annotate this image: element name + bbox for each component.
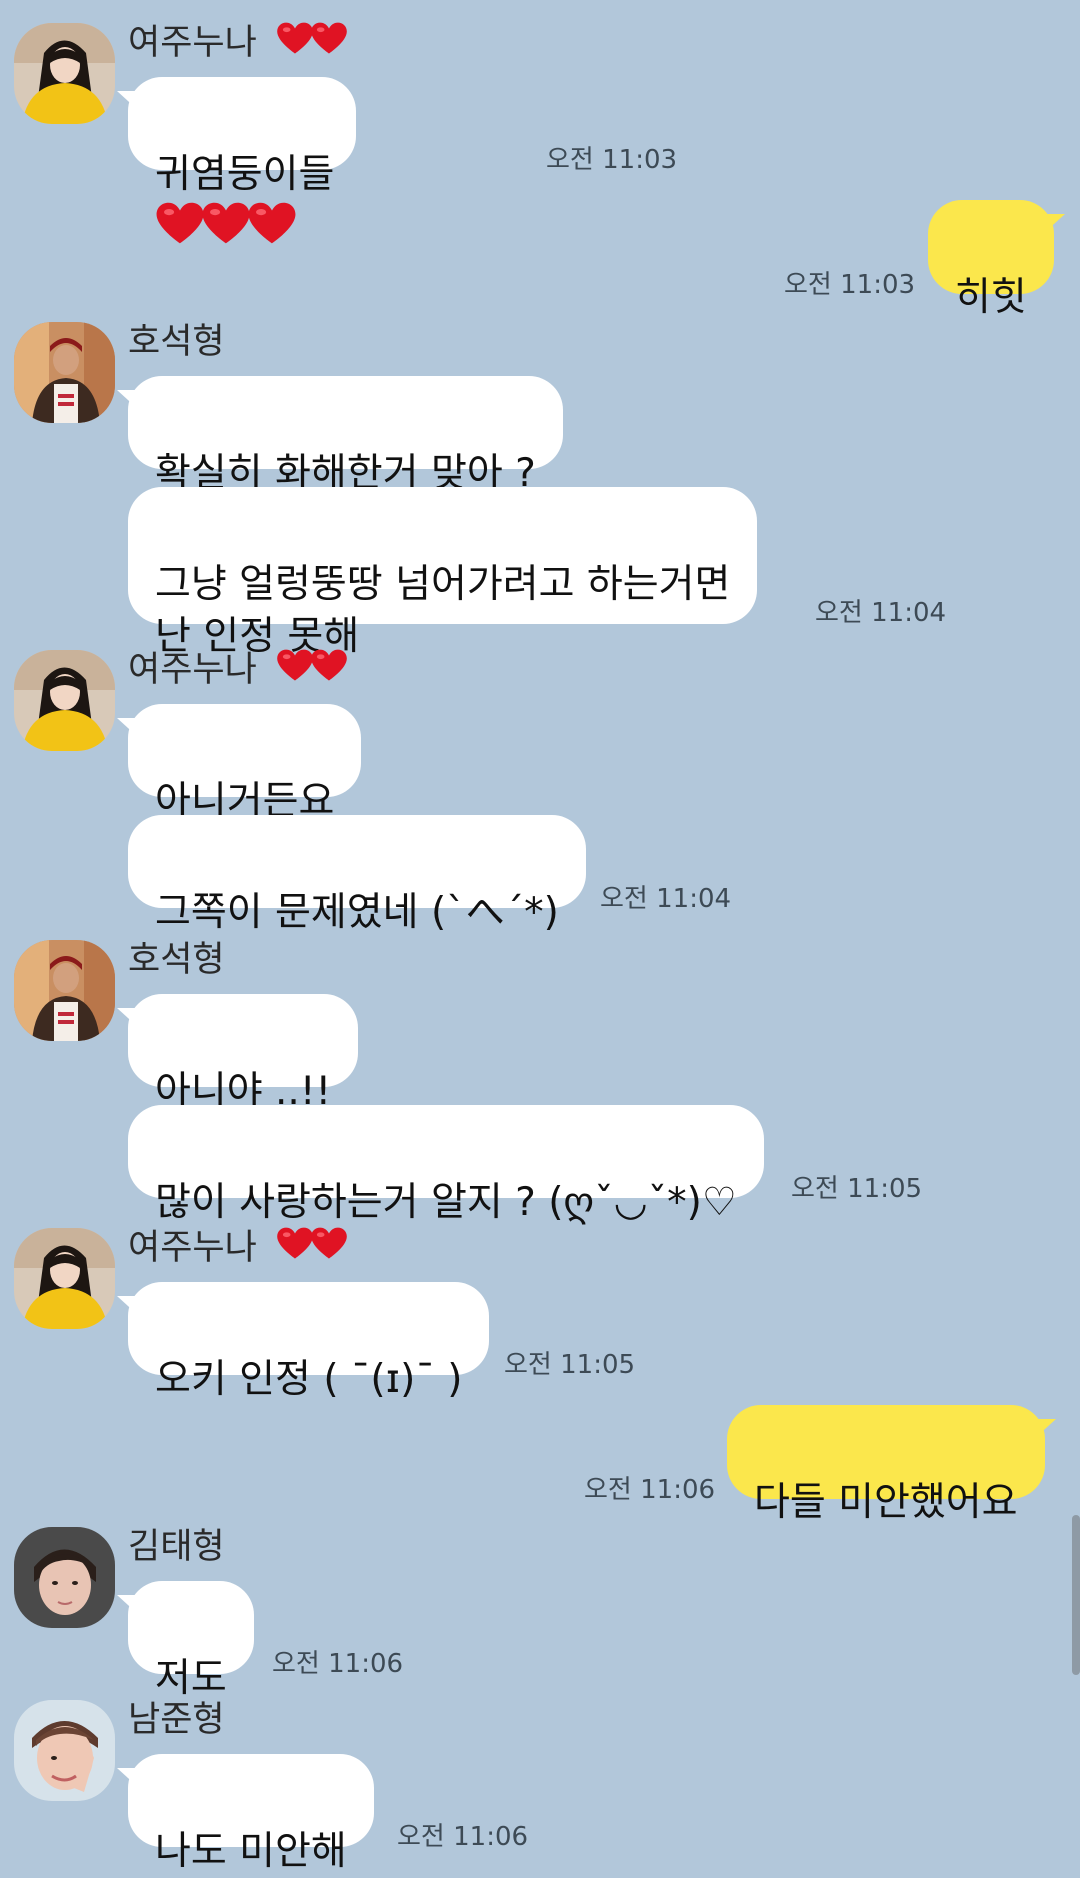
- message-bubble[interactable]: 확실히 화해한거 맞아 ?: [117, 376, 563, 496]
- message-time: 오전 11:06: [272, 1649, 404, 1679]
- message-text: 많이 사랑하는거 알지 ? (ღˇ◡ˇ*)♡: [155, 1180, 737, 1225]
- message-text: 나도 미안해: [155, 1829, 347, 1874]
- heart-icon: [276, 20, 348, 68]
- avatar-namjoon[interactable]: [14, 1700, 115, 1801]
- avatar-yeoju[interactable]: [14, 650, 115, 751]
- heart-icon: [276, 1225, 348, 1273]
- message-time: 오전 11:05: [504, 1350, 636, 1380]
- message-text: 귀염둥이들: [155, 152, 335, 197]
- message-bubble[interactable]: 저도: [117, 1581, 254, 1701]
- message-time: 오전 11:04: [600, 884, 732, 914]
- message-time: 오전 11:06: [397, 1822, 529, 1852]
- sender-name: 여주누나: [128, 1224, 348, 1273]
- message-bubble[interactable]: 그쪽이 문제였네 (`へ´*): [128, 815, 586, 935]
- sender-name: 남준형: [128, 1700, 225, 1740]
- sender-name: 여주누나: [128, 646, 348, 695]
- message-bubble[interactable]: 아니거든요: [116, 704, 362, 824]
- message-bubble[interactable]: 히힛: [928, 200, 1065, 320]
- sender-name: 김태형: [128, 1527, 225, 1567]
- message-bubble[interactable]: 다들 미안했어요: [727, 1405, 1056, 1525]
- sender-name: 호석형: [128, 322, 225, 362]
- message-time: 오전 11:05: [791, 1174, 923, 1204]
- message-bubble[interactable]: 나도 미안해: [117, 1754, 374, 1874]
- message-text: 다들 미안했어요: [754, 1480, 1018, 1525]
- message-text: 오키 인정 ( ¯(ɪ)¯ ): [155, 1357, 463, 1402]
- message-bubble[interactable]: 귀염둥이들: [116, 77, 357, 170]
- sender-name: 여주누나: [128, 19, 348, 68]
- message-text: 히힛: [955, 275, 1027, 320]
- avatar-hoseok[interactable]: [14, 322, 115, 423]
- message-bubble[interactable]: 오키 인정 ( ¯(ɪ)¯ ): [116, 1282, 490, 1402]
- heart-icon: [276, 647, 348, 695]
- message-time: 오전 11:06: [584, 1475, 716, 1505]
- message-time: 오전 11:03: [784, 270, 916, 300]
- sender-label: 여주누나: [128, 650, 257, 690]
- message-time: 오전 11:04: [815, 598, 947, 628]
- avatar-yeoju[interactable]: [14, 23, 115, 124]
- chat-room: 여주누나 귀염둥이들 오전 11:03 오전 11:03 히힛 호석형 확실히 …: [0, 0, 1080, 1874]
- heart-icon: [155, 201, 297, 259]
- message-text: 저도: [155, 1656, 227, 1701]
- sender-label: 여주누나: [128, 23, 257, 63]
- sender-name: 호석형: [128, 940, 225, 980]
- avatar-yeoju[interactable]: [14, 1228, 115, 1329]
- message-text: 그냥 얼렁뚱땅 넘어가려고 하는거면 난 인정 못해: [155, 562, 731, 659]
- message-bubble[interactable]: 아니야 ..!!: [116, 994, 359, 1114]
- message-bubble[interactable]: 그냥 얼렁뚱땅 넘어가려고 하는거면 난 인정 못해: [128, 487, 758, 659]
- scrollbar[interactable]: [1072, 1515, 1080, 1675]
- avatar-kimtaehyung[interactable]: [14, 1527, 115, 1628]
- avatar-hoseok[interactable]: [14, 940, 115, 1041]
- sender-label: 여주누나: [128, 1228, 257, 1268]
- message-text: 그쪽이 문제였네 (`へ´*): [155, 890, 559, 935]
- message-bubble[interactable]: 많이 사랑하는거 알지 ? (ღˇ◡ˇ*)♡: [128, 1105, 764, 1225]
- message-time: 오전 11:03: [546, 145, 678, 175]
